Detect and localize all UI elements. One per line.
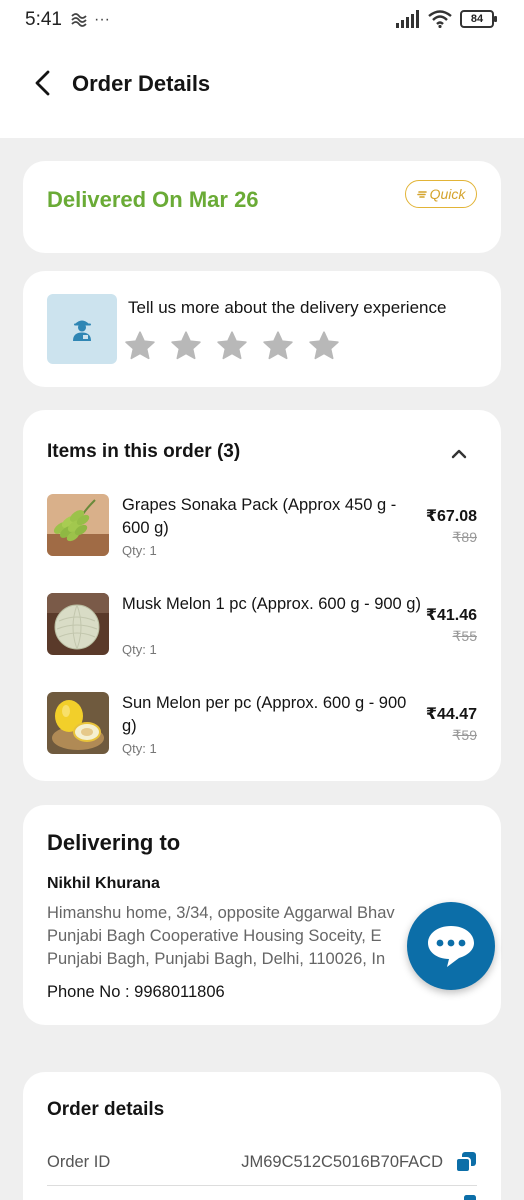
delivering-to-title: Delivering to	[47, 830, 181, 855]
item-qty: Qty: 1	[122, 741, 157, 756]
app-bar: Order Details	[0, 40, 524, 138]
quick-badge: Quick	[405, 180, 477, 208]
item-name: Grapes Sonaka Pack (Approx 450 g - 600 g…	[122, 496, 397, 537]
quick-icon	[416, 191, 427, 198]
collapse-chevron-up-icon[interactable]	[449, 446, 469, 462]
item-name: Sun Melon per pc (Approx. 600 g - 900 g)	[122, 694, 407, 735]
divider	[47, 1185, 477, 1186]
more-notifications-icon: ···	[94, 11, 110, 28]
quick-badge-label: Quick	[429, 186, 466, 202]
page-title: Order Details	[72, 71, 211, 96]
item-mrp: ₹55	[452, 628, 477, 644]
status-left-icons: ···	[70, 9, 110, 31]
order-id-label: Order ID	[47, 1153, 111, 1171]
item-name: Musk Melon 1 pc (Approx. 600 g - 900 g)	[122, 595, 421, 613]
status-right-icons: 84	[396, 10, 497, 28]
grapes-thumbnail	[47, 494, 109, 556]
star-2-icon[interactable]	[169, 329, 203, 363]
star-4-icon[interactable]	[261, 329, 295, 363]
item-price: ₹41.46	[425, 607, 477, 624]
feedback-card: Tell us more about the delivery experien…	[23, 271, 501, 387]
status-bar: 5:41 ··· 84	[0, 0, 524, 40]
items-title: Items in this order (3)	[47, 441, 241, 462]
musk-melon-thumbnail	[47, 593, 109, 655]
chat-bubble-icon	[428, 926, 474, 967]
copy-icon[interactable]	[459, 1195, 477, 1200]
order-id-value: JM69C512C5016B70FACD	[241, 1153, 443, 1171]
sun-melon-thumbnail	[47, 692, 109, 754]
item-mrp: ₹59	[452, 727, 477, 743]
battery-icon: 84	[460, 10, 497, 28]
wifi-icon	[428, 10, 452, 28]
item-mrp: ₹89	[452, 529, 477, 545]
copy-icon[interactable]	[454, 1150, 478, 1174]
feedback-prompt: Tell us more about the delivery experien…	[128, 298, 447, 317]
item-price: ₹67.08	[425, 508, 477, 525]
list-item[interactable]: Sun Melon per pc (Approx. 600 g - 900 g)…	[47, 692, 479, 764]
chat-support-button[interactable]	[407, 902, 495, 990]
list-item[interactable]: Musk Melon 1 pc (Approx. 600 g - 900 g) …	[47, 593, 479, 665]
notification-icon	[71, 13, 87, 27]
star-rating	[123, 329, 341, 363]
list-item[interactable]: Grapes Sonaka Pack (Approx 450 g - 600 g…	[47, 494, 479, 566]
signal-icon	[396, 10, 419, 28]
star-5-icon[interactable]	[307, 329, 341, 363]
item-price: ₹44.47	[425, 706, 477, 723]
status-time: 5:41	[25, 9, 62, 30]
star-3-icon[interactable]	[215, 329, 249, 363]
items-card: Items in this order (3) Grapes Sonaka Pa…	[23, 410, 501, 781]
phone-number: Phone No : 9968011806	[47, 983, 225, 1001]
recipient-name: Nikhil Khurana	[47, 875, 160, 892]
delivery-person-icon	[47, 294, 117, 364]
order-details-title: Order details	[47, 1099, 165, 1120]
item-qty: Qty: 1	[122, 543, 157, 558]
back-button[interactable]	[30, 68, 58, 98]
delivery-status-card: Delivered On Mar 26 Quick	[23, 161, 501, 253]
item-qty: Qty: 1	[122, 642, 157, 657]
order-details-card: Order details Order ID JM69C512C5016B70F…	[23, 1072, 501, 1200]
delivery-status-text: Delivered On Mar 26	[47, 187, 259, 212]
star-1-icon[interactable]	[123, 329, 157, 363]
